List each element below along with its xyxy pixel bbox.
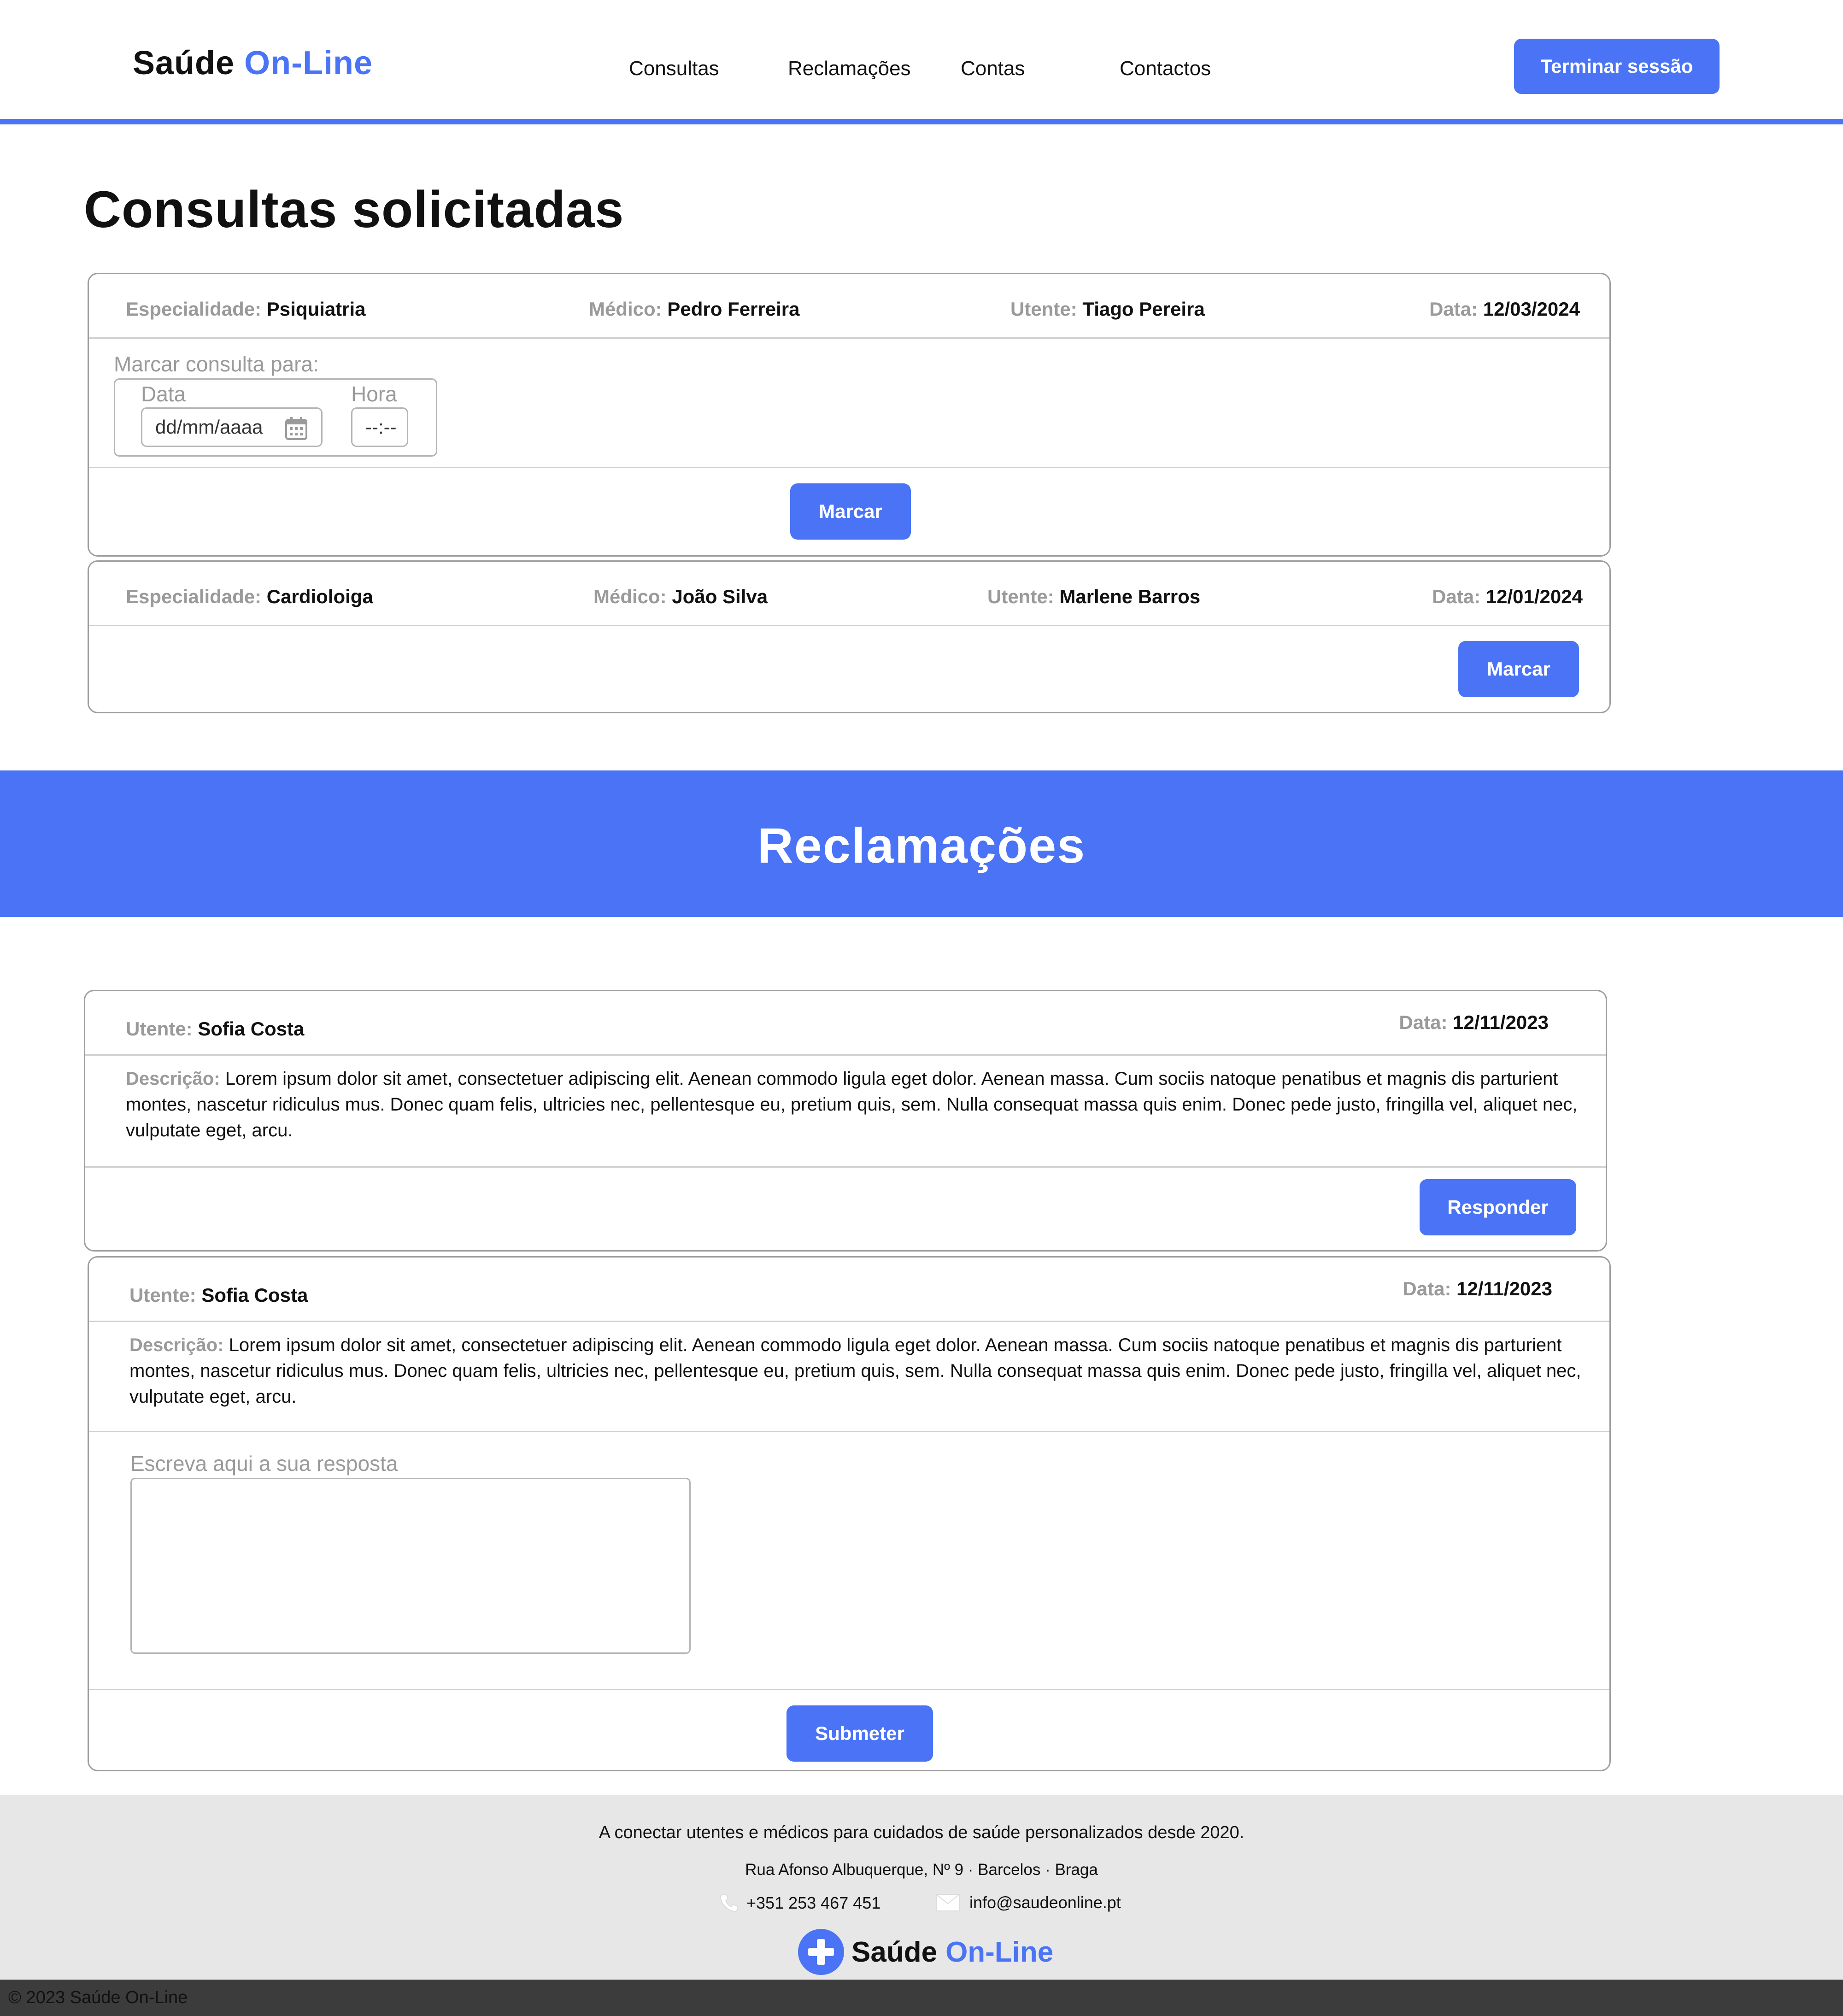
reclamacao-data: Data: 12/11/2023 <box>1399 1011 1549 1033</box>
divider <box>89 337 1609 339</box>
footer-tagline: A conectar utentes e médicos para cuidad… <box>599 1823 1244 1842</box>
footer-address: Rua Afonso Albuquerque, Nº 9 · Barcelos … <box>745 1861 1098 1879</box>
divider <box>85 1054 1606 1056</box>
logout-button[interactable]: Terminar sessão <box>1514 39 1720 94</box>
marcar-button[interactable]: Marcar <box>1458 641 1579 697</box>
page-title: Consultas solicitadas <box>84 181 624 238</box>
divider <box>89 1431 1609 1432</box>
mail-icon <box>935 1893 960 1912</box>
reclamacao-card: Utente: Sofia Costa Data: 12/11/2023 Des… <box>88 1256 1611 1771</box>
divider <box>89 1321 1609 1322</box>
reply-textarea[interactable] <box>130 1478 691 1654</box>
footer-brand[interactable]: Saúde On-Line <box>797 1928 1053 1976</box>
consulta-especialidade: Especialidade: Psiquiatria <box>126 298 366 320</box>
consulta-data: Data: 12/03/2024 <box>1429 298 1580 320</box>
copyright-text: © 2023 Saúde On-Line <box>8 1988 188 2007</box>
consulta-medico: Médico: Pedro Ferreira <box>589 298 800 320</box>
reply-caption: Escreva aqui a sua resposta <box>130 1452 398 1475</box>
reclamacao-utente: Utente: Sofia Costa <box>126 1018 305 1040</box>
footer-email[interactable]: info@saudeonline.pt <box>935 1893 1121 1912</box>
brand-logo[interactable]: Saúde On-Line <box>133 44 373 82</box>
consulta-medico: Médico: João Silva <box>593 586 768 607</box>
consulta-card: Especialidade: Cardioloiga Médico: João … <box>88 560 1611 713</box>
consulta-utente: Utente: Tiago Pereira <box>1010 298 1205 320</box>
schedule-caption: Marcar consulta para: <box>114 352 319 376</box>
time-input[interactable]: --:-- <box>351 407 408 447</box>
consulta-utente: Utente: Marlene Barros <box>987 586 1201 607</box>
divider <box>89 467 1609 468</box>
reclamacoes-banner: Reclamações <box>0 770 1843 917</box>
reclamacao-descricao: Descrição: Lorem ipsum dolor sit amet, c… <box>129 1335 1581 1407</box>
consulta-data: Data: 12/01/2024 <box>1432 586 1583 607</box>
date-label: Data <box>141 382 186 406</box>
time-label: Hora <box>351 382 397 406</box>
top-navbar: Saúde On-Line Consultas Reclamações Cont… <box>0 0 1843 124</box>
reclamacao-data: Data: 12/11/2023 <box>1403 1278 1552 1299</box>
phone-icon <box>719 1893 739 1913</box>
submit-button[interactable]: Submeter <box>787 1705 933 1762</box>
bottom-bar: © 2023 Saúde On-Line <box>0 1980 1843 2016</box>
divider <box>89 625 1609 626</box>
footer: A conectar utentes e médicos para cuidad… <box>0 1795 1843 1980</box>
brand-text-part2: On-Line <box>244 45 373 82</box>
calendar-icon[interactable] <box>285 417 307 440</box>
marcar-button[interactable]: Marcar <box>790 483 911 540</box>
medical-cross-icon <box>797 1928 845 1976</box>
brand-text-part1: Saúde <box>133 45 235 82</box>
divider <box>85 1166 1606 1168</box>
reclamacao-card: Utente: Sofia Costa Data: 12/11/2023 Des… <box>84 990 1607 1252</box>
divider <box>89 1689 1609 1690</box>
nav-contas[interactable]: Contas <box>961 57 1025 80</box>
section-title: Reclamações <box>757 817 1086 873</box>
reclamacao-descricao: Descrição: Lorem ipsum dolor sit amet, c… <box>126 1069 1578 1140</box>
responder-button[interactable]: Responder <box>1420 1179 1576 1235</box>
footer-phone[interactable]: +351 253 467 451 <box>719 1893 880 1913</box>
reclamacao-utente: Utente: Sofia Costa <box>129 1284 308 1306</box>
consulta-especialidade: Especialidade: Cardioloiga <box>126 586 373 607</box>
nav-reclamacoes[interactable]: Reclamações <box>788 57 911 80</box>
nav-consultas[interactable]: Consultas <box>629 57 719 80</box>
schedule-fieldset: Data dd/mm/aaaa Hora --:-- <box>114 378 437 457</box>
consulta-card: Especialidade: Psiquiatria Médico: Pedro… <box>88 273 1611 557</box>
date-input[interactable]: dd/mm/aaaa <box>141 407 323 447</box>
nav-contactos[interactable]: Contactos <box>1120 57 1211 80</box>
